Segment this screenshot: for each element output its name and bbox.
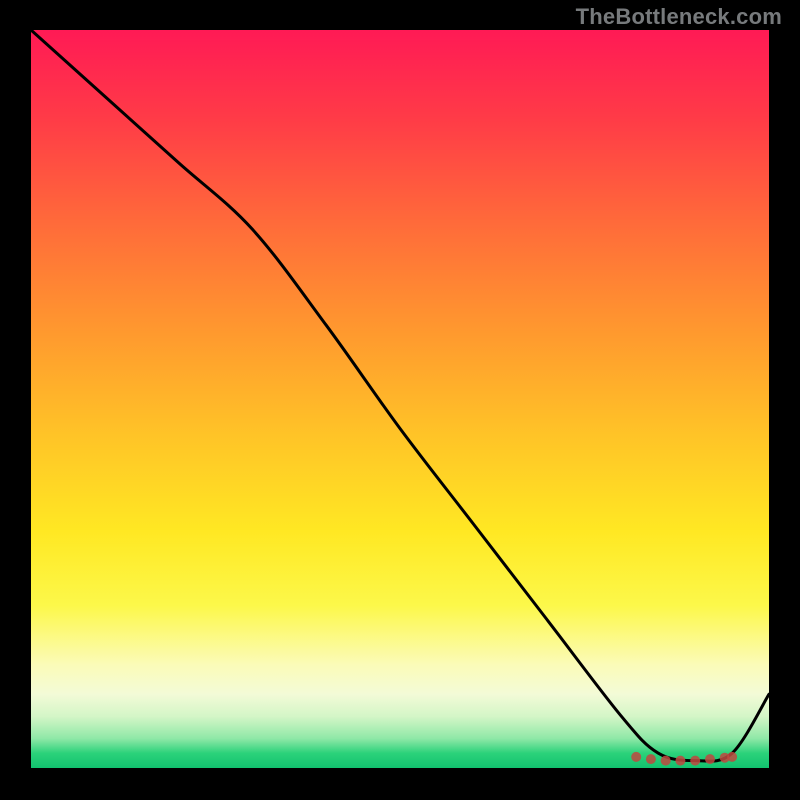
curve-svg [31,30,769,768]
marker-dot [646,754,656,764]
marker-dot [661,756,671,766]
marker-dot [705,754,715,764]
plot-area [31,30,769,768]
marker-dot [727,752,737,762]
marker-dot [690,756,700,766]
watermark-text: TheBottleneck.com [576,4,782,30]
marker-dot [675,756,685,766]
optimal-range-markers [631,752,737,766]
chart-root: TheBottleneck.com [0,0,800,800]
bottleneck-curve-line [31,30,769,761]
marker-dot [631,752,641,762]
